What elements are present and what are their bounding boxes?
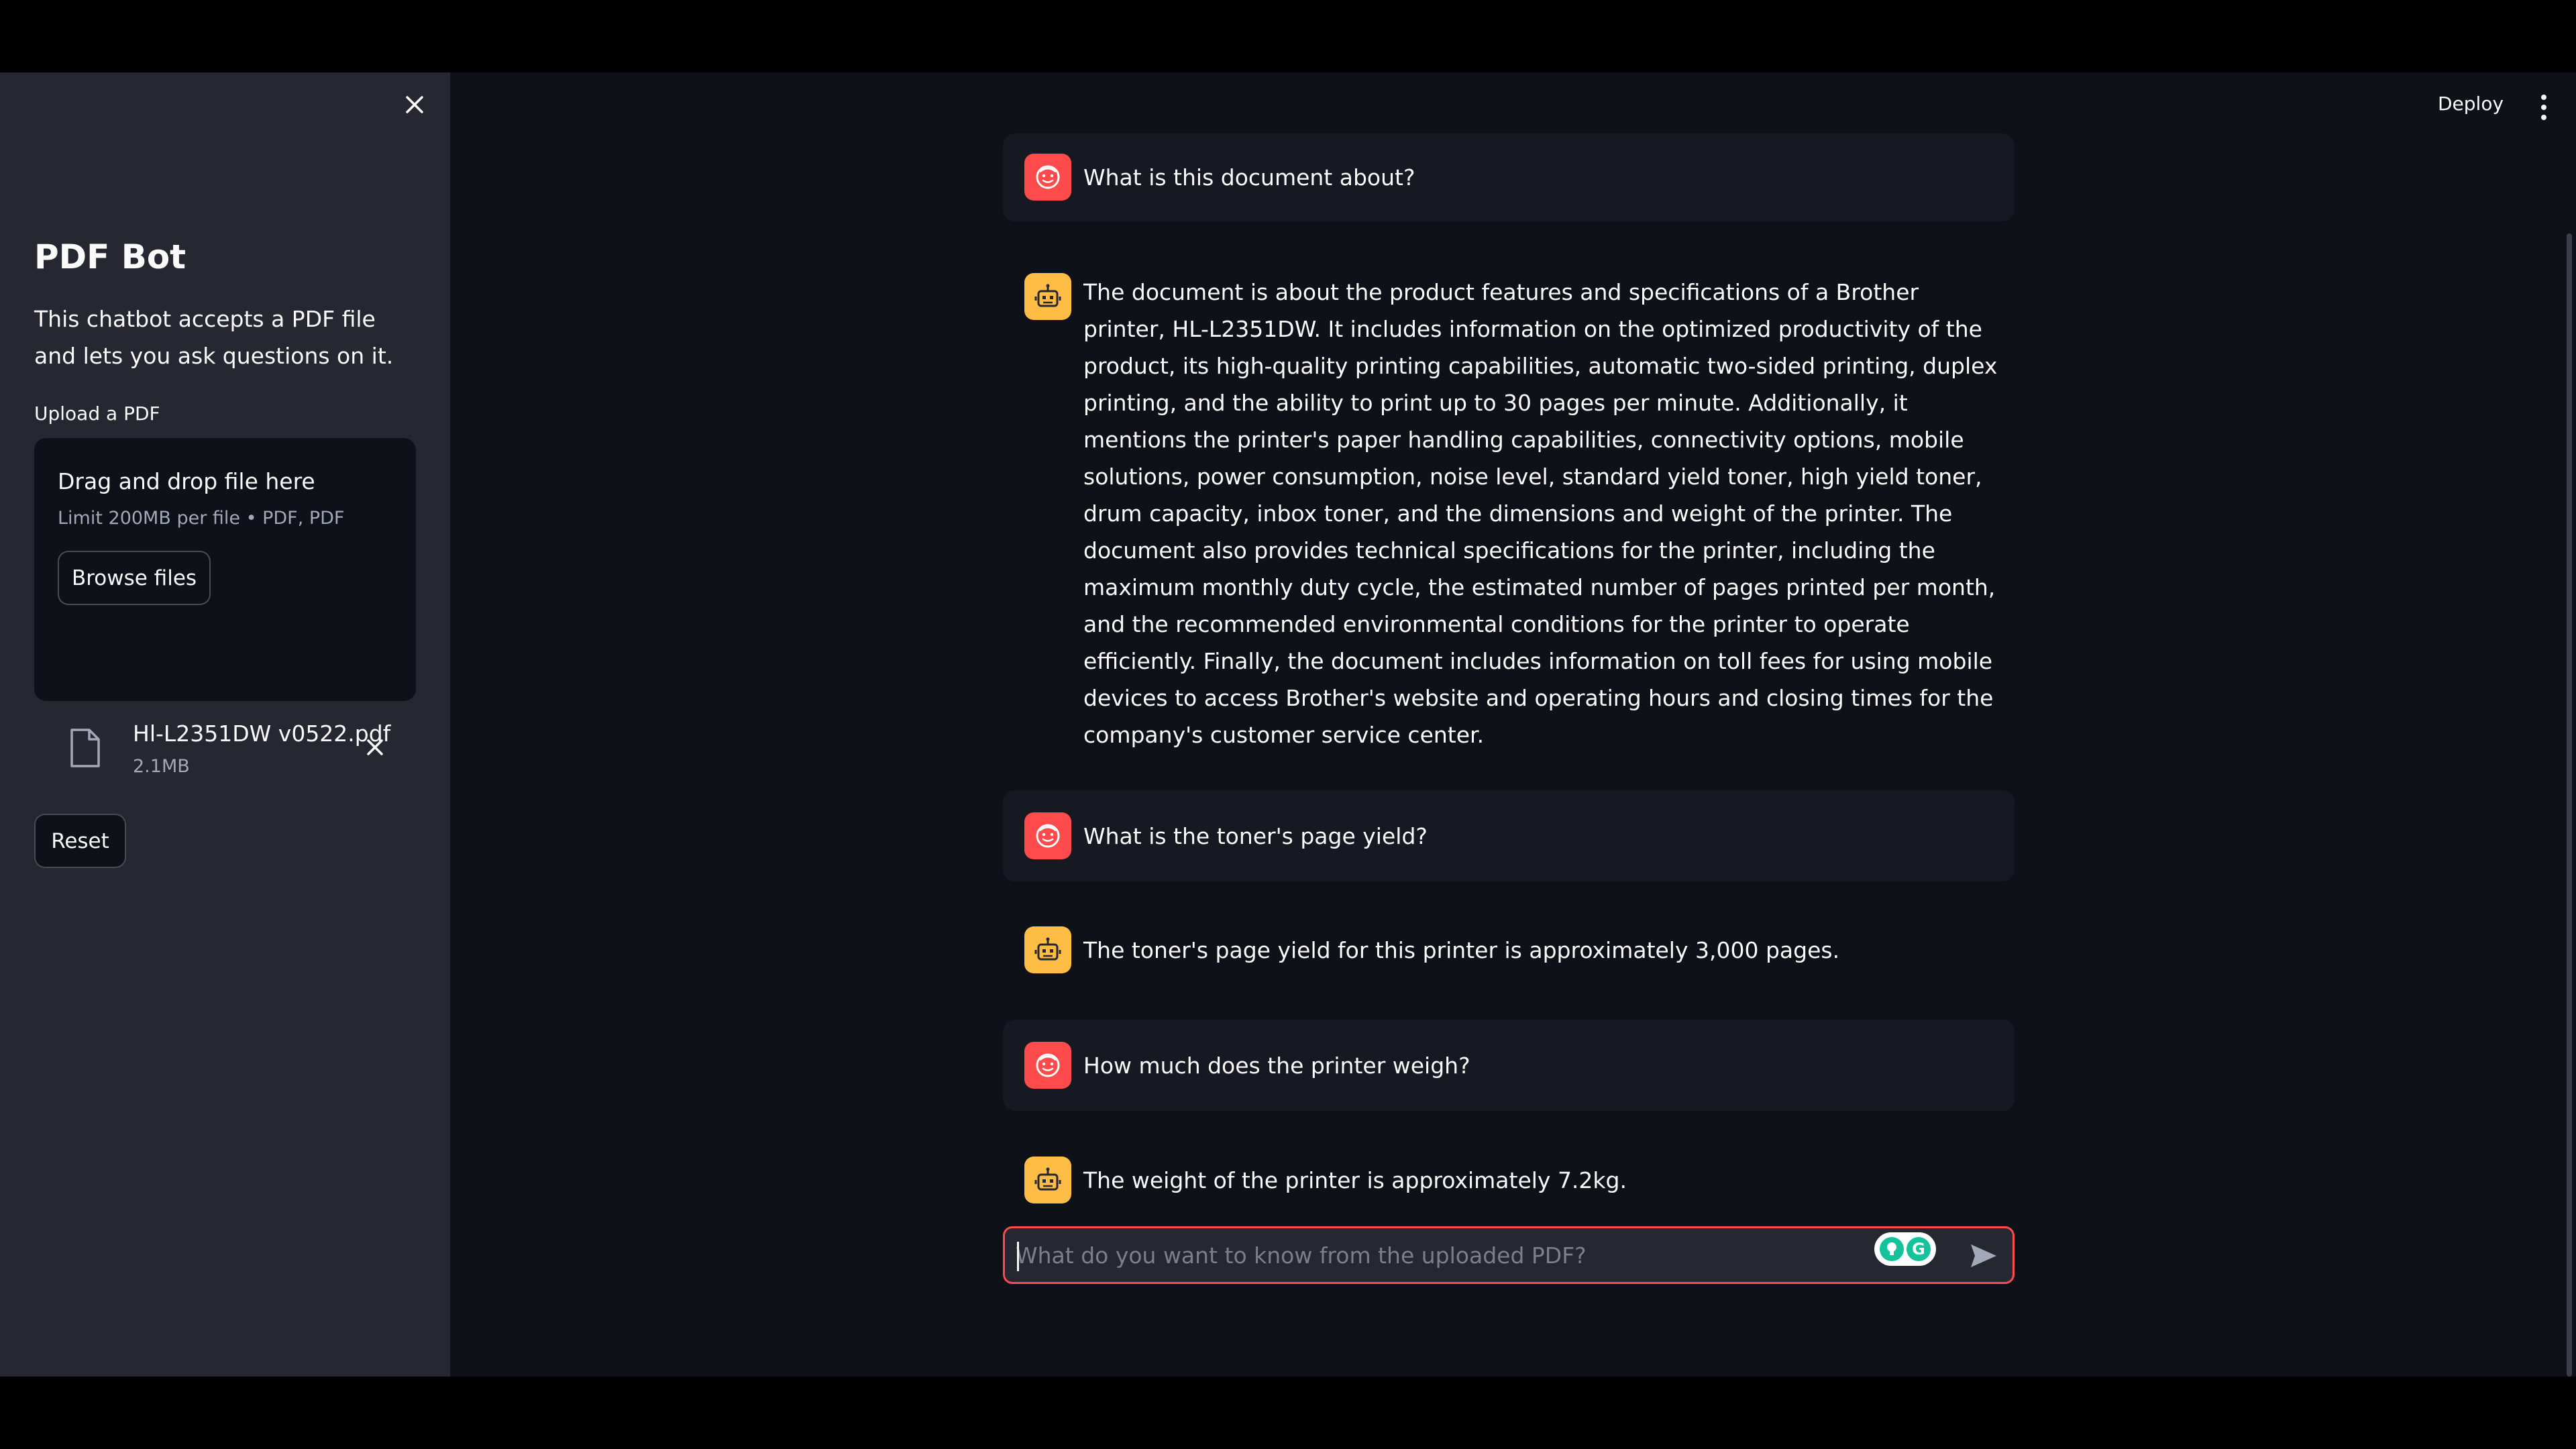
dropzone-title: Drag and drop file here (58, 468, 315, 494)
message-text: The document is about the product featur… (1083, 279, 1998, 748)
send-button[interactable] (1967, 1239, 2000, 1273)
uploaded-file: Hl-L2351DW v0522.pdf 2.1MB (34, 716, 416, 790)
upload-label: Upload a PDF (34, 402, 160, 425)
file-name: Hl-L2351DW v0522.pdf (133, 720, 391, 747)
browse-files-button[interactable]: Browse files (58, 551, 211, 605)
message-text: How much does the printer weigh? (1083, 1053, 1470, 1079)
more-vertical-icon[interactable] (2532, 89, 2556, 126)
message-text: The toner's page yield for this printer … (1083, 937, 1840, 963)
file-icon (70, 729, 100, 767)
reset-button[interactable]: Reset (34, 814, 126, 868)
chat-input[interactable] (1016, 1232, 1841, 1278)
remove-file-button[interactable] (361, 733, 389, 761)
chat-message-user: What is this document about? (1003, 133, 2015, 221)
close-sidebar-button[interactable] (400, 90, 429, 119)
file-dropzone[interactable]: Drag and drop file here Limit 200MB per … (34, 438, 416, 701)
dropzone-limit-text: Limit 200MB per file • PDF, PDF (58, 508, 345, 529)
sidebar-title: PDF Bot (34, 237, 186, 276)
grammarly-icon: G (1907, 1237, 1931, 1261)
user-face-icon (1024, 812, 1071, 859)
app-window: PDF Bot This chatbot accepts a PDF file … (0, 72, 2576, 1377)
file-size: 2.1MB (133, 756, 190, 777)
close-icon (406, 96, 423, 113)
message-text: What is this document about? (1083, 164, 1415, 191)
text-cursor (1017, 1242, 1019, 1271)
chat-message-assistant: The weight of the printer is approximate… (1003, 1134, 2015, 1226)
chat-message-user: What is the toner's page yield? (1003, 790, 2015, 881)
lightbulb-icon (1880, 1237, 1904, 1261)
send-arrow-icon (1971, 1244, 1996, 1267)
deploy-button[interactable]: Deploy (2428, 86, 2513, 121)
user-face-icon (1024, 1042, 1071, 1089)
robot-icon (1024, 926, 1071, 973)
chat-message-assistant: The document is about the product featur… (1003, 250, 2015, 760)
chat-message-user: How much does the printer weigh? (1003, 1020, 2015, 1111)
scrollbar[interactable] (2567, 233, 2572, 1377)
sidebar-description: This chatbot accepts a PDF file and lets… (34, 306, 394, 369)
message-text: What is the toner's page yield? (1083, 823, 1428, 849)
message-text: The weight of the printer is approximate… (1083, 1167, 1627, 1193)
sidebar: PDF Bot This chatbot accepts a PDF file … (0, 72, 450, 1377)
robot-icon (1024, 273, 1071, 320)
user-face-icon (1024, 154, 1071, 201)
close-icon (367, 739, 383, 755)
chat-message-assistant: The toner's page yield for this printer … (1003, 904, 2015, 996)
chat-input-container: G (1003, 1226, 2015, 1284)
grammarly-widget[interactable]: G (1874, 1232, 1936, 1266)
robot-icon (1024, 1157, 1071, 1203)
